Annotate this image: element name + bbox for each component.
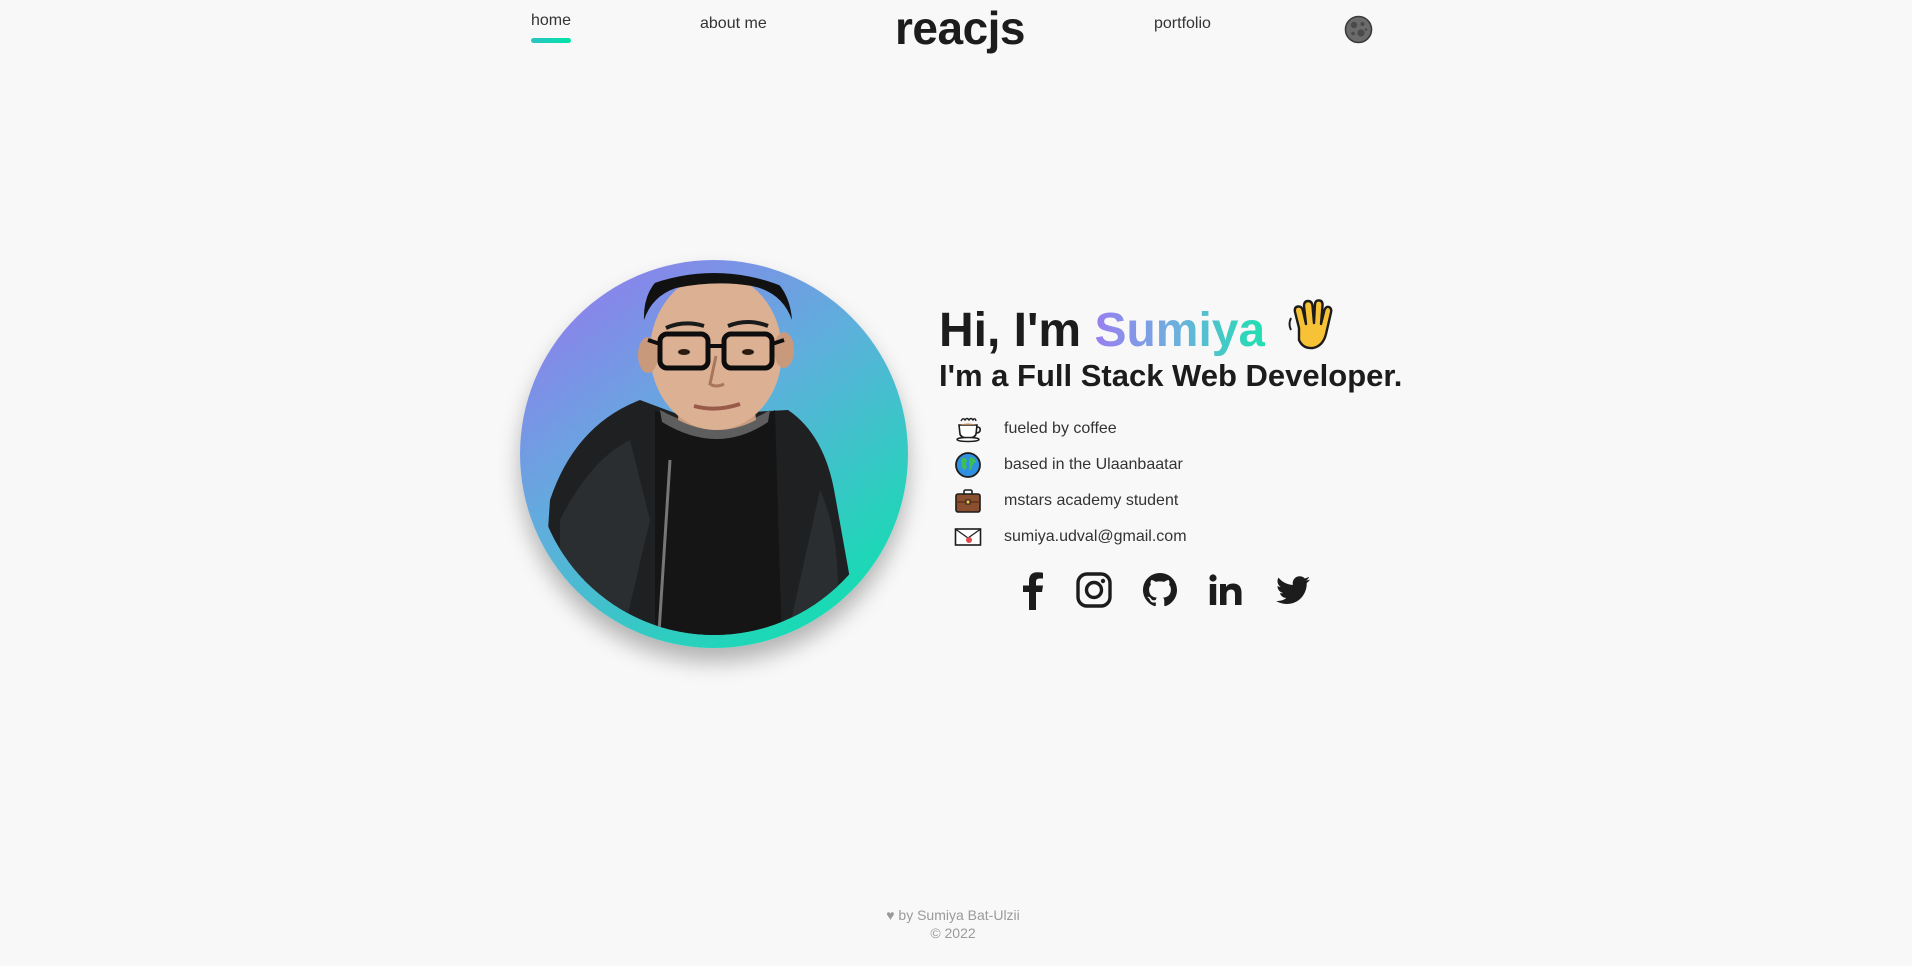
twitter-icon: [1276, 576, 1310, 604]
fact-location: based in the Ulaanbaatar: [954, 450, 1183, 480]
fact-text: based in the Ulaanbaatar: [1004, 456, 1183, 473]
theme-toggle-button[interactable]: [1344, 15, 1373, 44]
email-address[interactable]: sumiya.udval@gmail.com: [1004, 528, 1187, 546]
linkedin-link[interactable]: [1206, 570, 1246, 610]
envelope-icon: [954, 528, 982, 546]
greeting-heading: Hi, I'm Sumiya: [939, 298, 1337, 362]
page-footer: ♥ by Sumiya Bat-Ulzii © 2022: [0, 906, 1906, 942]
nav-home-label: home: [531, 12, 572, 29]
footer-copyright: © 2022: [930, 925, 976, 941]
facebook-icon: [1023, 572, 1043, 610]
fact-coffee: fueled by coffee: [954, 414, 1117, 444]
instagram-icon: [1076, 572, 1112, 608]
instagram-link[interactable]: [1074, 570, 1114, 610]
github-icon: [1143, 573, 1177, 607]
active-nav-indicator: [531, 38, 572, 43]
greeting-prefix: Hi, I'm: [939, 304, 1082, 357]
fact-occupation: mstars academy student: [954, 486, 1178, 516]
twitter-link[interactable]: [1273, 570, 1313, 610]
fact-text: mstars academy student: [1004, 492, 1179, 509]
nav-portfolio-link[interactable]: portfolio: [1154, 15, 1211, 33]
profile-avatar: [520, 260, 908, 648]
globe-icon: [955, 452, 981, 478]
site-logo[interactable]: reacjs: [895, 0, 1026, 56]
moon-icon: [1344, 15, 1373, 44]
coffee-icon: [956, 417, 981, 443]
github-link[interactable]: [1140, 570, 1180, 610]
headline: I'm a Full Stack Web Developer.: [939, 358, 1403, 393]
nav-portfolio-label: portfolio: [1154, 15, 1211, 32]
linkedin-icon: [1209, 574, 1242, 605]
facebook-link[interactable]: [1013, 570, 1053, 610]
fact-email[interactable]: sumiya.udval@gmail.com: [954, 522, 1187, 552]
briefcase-icon: [955, 489, 981, 513]
fact-text: fueled by coffee: [1004, 420, 1117, 437]
developer-name: Sumiya: [1094, 304, 1266, 357]
nav-about-label: about me: [700, 15, 767, 32]
footer-credit: ♥ by Sumiya Bat-Ulzii: [886, 907, 1020, 923]
profile-photo: [540, 273, 852, 635]
nav-home-link[interactable]: home: [531, 12, 572, 43]
waving-hand-icon: [1288, 299, 1332, 350]
nav-about-link[interactable]: about me: [700, 15, 767, 33]
